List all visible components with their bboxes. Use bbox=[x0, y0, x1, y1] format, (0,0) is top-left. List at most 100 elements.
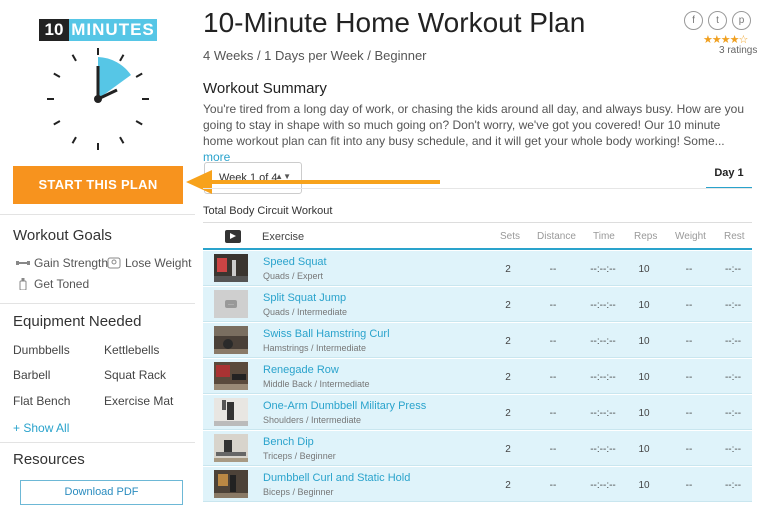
column-distance: Distance bbox=[537, 231, 576, 242]
exercise-name[interactable]: Swiss Ball Hamstring Curl bbox=[263, 328, 390, 340]
cell-time: --:--:-- bbox=[590, 408, 616, 419]
cell-time: --:--:-- bbox=[590, 264, 616, 275]
cell-weight: -- bbox=[685, 372, 693, 383]
cell-weight: -- bbox=[685, 336, 693, 347]
exercise-name[interactable]: One-Arm Dumbbell Military Press bbox=[263, 400, 426, 412]
column-exercise: Exercise bbox=[262, 231, 305, 243]
exercise-muscle-level: Quads / Expert bbox=[263, 271, 324, 281]
sidebar: 10 MINUTES START THIS PLAN Workout Goals… bbox=[0, 0, 195, 509]
logo-word: MINUTES bbox=[69, 19, 157, 41]
cell-reps: 10 bbox=[638, 408, 650, 419]
summary-text: You're tired from a long day of work, or… bbox=[203, 101, 748, 165]
cell-reps: 10 bbox=[638, 336, 650, 347]
exercise-name[interactable]: Renegade Row bbox=[263, 364, 339, 376]
workout-goals-title: Workout Goals bbox=[13, 227, 112, 244]
table-header: Exercise Sets Distance Time Reps Weight … bbox=[203, 222, 752, 250]
resources-title: Resources bbox=[13, 451, 85, 468]
table-row[interactable]: Dumbbell Curl and Static Hold Biceps / B… bbox=[203, 467, 752, 502]
table-row[interactable]: Speed Squat Quads / Expert 2 -- --:--:--… bbox=[203, 251, 752, 286]
equipment-item: Barbell bbox=[13, 368, 51, 382]
scale-icon bbox=[107, 257, 121, 269]
column-rest: Rest bbox=[724, 231, 745, 242]
summary-body: You're tired from a long day of work, or… bbox=[203, 102, 745, 148]
exercise-thumbnail: ··· bbox=[214, 290, 248, 318]
column-sets: Sets bbox=[500, 231, 521, 242]
cell-distance: -- bbox=[549, 264, 557, 275]
cell-reps: 10 bbox=[638, 300, 650, 311]
exercise-muscle-level: Quads / Intermediate bbox=[263, 307, 348, 317]
cell-time: --:--:-- bbox=[590, 444, 616, 455]
cell-sets: 2 bbox=[505, 408, 511, 419]
cell-weight: -- bbox=[685, 408, 693, 419]
page-title: 10-Minute Home Workout Plan bbox=[203, 7, 586, 38]
exercise-name[interactable]: Dumbbell Curl and Static Hold bbox=[263, 472, 410, 484]
equipment-item: Squat Rack bbox=[104, 368, 167, 382]
cell-time: --:--:-- bbox=[590, 336, 616, 347]
pinterest-icon[interactable]: p bbox=[732, 11, 751, 30]
cell-distance: -- bbox=[549, 300, 557, 311]
goal-label: Gain Strength bbox=[34, 256, 109, 270]
goal-label: Lose Weight bbox=[125, 256, 192, 270]
goal-label: Get Toned bbox=[34, 277, 90, 291]
svg-text:···: ··· bbox=[228, 302, 234, 308]
cell-reps: 10 bbox=[638, 480, 650, 491]
cell-rest: --:-- bbox=[724, 264, 742, 275]
cell-sets: 2 bbox=[505, 264, 511, 275]
cell-time: --:--:-- bbox=[590, 372, 616, 383]
exercise-name[interactable]: Bench Dip bbox=[263, 436, 314, 448]
column-time: Time bbox=[593, 231, 615, 242]
facebook-icon[interactable]: f bbox=[684, 11, 703, 30]
tab-divider bbox=[203, 188, 752, 189]
column-weight: Weight bbox=[675, 231, 706, 242]
bottle-icon bbox=[19, 278, 27, 290]
cell-sets: 2 bbox=[505, 336, 511, 347]
cell-weight: -- bbox=[685, 300, 693, 311]
exercise-name[interactable]: Speed Squat bbox=[263, 256, 327, 268]
cell-reps: 10 bbox=[638, 444, 650, 455]
table-row[interactable]: Renegade Row Middle Back / Intermediate … bbox=[203, 359, 752, 394]
cell-sets: 2 bbox=[505, 300, 511, 311]
cell-distance: -- bbox=[549, 372, 557, 383]
goal-gain-strength: Gain Strength bbox=[16, 256, 108, 270]
twitter-icon[interactable]: t bbox=[708, 11, 727, 30]
table-row[interactable]: Swiss Ball Hamstring Curl Hamstrings / I… bbox=[203, 323, 752, 358]
tab-day-1[interactable]: Day 1 bbox=[706, 167, 752, 189]
start-plan-button[interactable]: START THIS PLAN bbox=[13, 166, 183, 204]
cell-rest: --:-- bbox=[724, 444, 742, 455]
cell-reps: 10 bbox=[638, 372, 650, 383]
cell-rest: --:-- bbox=[724, 300, 742, 311]
column-reps: Reps bbox=[634, 231, 658, 242]
table-row[interactable]: ··· Split Squat Jump Quads / Intermediat… bbox=[203, 287, 752, 322]
download-pdf-button[interactable]: Download PDF bbox=[20, 480, 183, 505]
equipment-item: Flat Bench bbox=[13, 394, 71, 408]
exercise-muscle-level: Triceps / Beginner bbox=[263, 451, 336, 461]
cell-rest: --:-- bbox=[724, 408, 742, 419]
exercise-muscle-level: Middle Back / Intermediate bbox=[263, 379, 370, 389]
exercise-muscle-level: Hamstrings / Intermediate bbox=[263, 343, 367, 353]
exercise-name[interactable]: Split Squat Jump bbox=[263, 292, 346, 304]
cell-rest: --:-- bbox=[724, 336, 742, 347]
divider bbox=[0, 442, 195, 443]
equipment-item: Dumbbells bbox=[13, 343, 70, 357]
exercise-thumbnail bbox=[214, 398, 248, 426]
exercise-thumbnail bbox=[214, 326, 248, 354]
equipment-item: Exercise Mat bbox=[104, 394, 174, 408]
summary-title: Workout Summary bbox=[203, 80, 327, 97]
table-row[interactable]: Bench Dip Triceps / Beginner 2 -- --:--:… bbox=[203, 431, 752, 466]
clock-icon bbox=[47, 48, 149, 150]
cell-distance: -- bbox=[549, 336, 557, 347]
table-row[interactable]: One-Arm Dumbbell Military Press Shoulder… bbox=[203, 395, 752, 430]
cell-time: --:--:-- bbox=[590, 300, 616, 311]
brand-logo: 10 MINUTES bbox=[39, 19, 157, 41]
arrow-annotation bbox=[186, 170, 440, 194]
divider bbox=[0, 214, 195, 215]
cell-distance: -- bbox=[549, 444, 557, 455]
cell-weight: -- bbox=[685, 480, 693, 491]
show-all-link[interactable]: + Show All bbox=[13, 421, 69, 435]
cell-sets: 2 bbox=[505, 372, 511, 383]
exercise-muscle-level: Shoulders / Intermediate bbox=[263, 415, 362, 425]
divider bbox=[0, 303, 195, 304]
cell-sets: 2 bbox=[505, 480, 511, 491]
cell-sets: 2 bbox=[505, 444, 511, 455]
exercise-thumbnail bbox=[214, 434, 248, 462]
